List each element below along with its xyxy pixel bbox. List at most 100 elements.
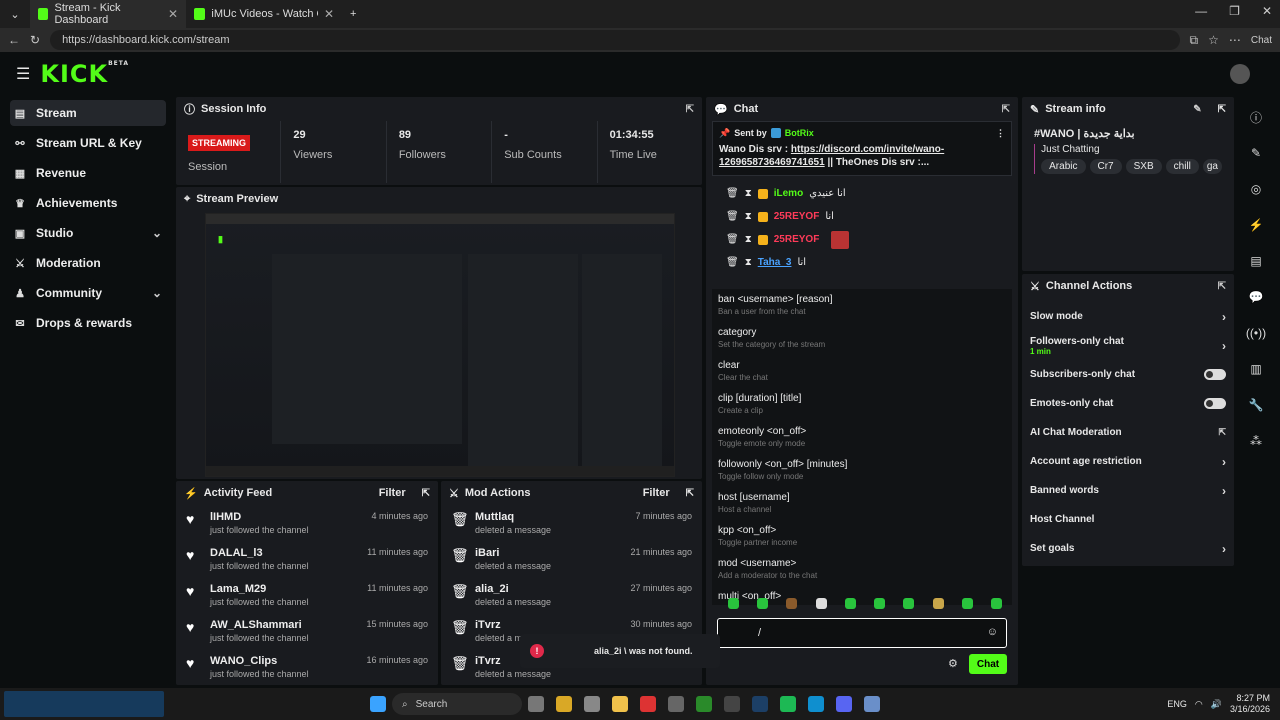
sidebar-item-stream-url-key[interactable]: ⚯ Stream URL & Key [10, 130, 166, 156]
xbox-icon[interactable] [696, 696, 712, 712]
info-icon[interactable]: ⓘ [1243, 104, 1269, 130]
new-tab-button[interactable]: + [342, 0, 364, 28]
user-avatar[interactable] [1230, 64, 1250, 84]
steam-icon[interactable] [752, 696, 768, 712]
trash-icon[interactable]: 🗑 [726, 188, 739, 199]
command-item-category[interactable]: category Set the category of the stream [712, 322, 1012, 355]
favorites-icon[interactable]: ☆ [1208, 33, 1219, 47]
emote-icon[interactable] [815, 598, 827, 609]
emote-icon[interactable] [786, 598, 798, 609]
command-item-clear[interactable]: clear Clear the chat [712, 355, 1012, 388]
set-goals-row[interactable]: Set goals › [1022, 534, 1234, 563]
emoji-picker-icon[interactable]: ☺ [987, 626, 998, 638]
trash-icon[interactable]: 🗑 [726, 234, 739, 245]
epic-games-icon[interactable] [724, 696, 740, 712]
command-item-ban[interactable]: ban <username> [reason] Ban a user from t… [712, 289, 1012, 322]
slow-mode-row[interactable]: Slow mode › [1022, 302, 1234, 331]
sidebar-item-moderation[interactable]: ⚔ Moderation [10, 250, 166, 276]
banned-words-row[interactable]: Banned words › [1022, 476, 1234, 505]
sidebar-item-stream[interactable]: ▤ Stream [10, 100, 166, 126]
browser-tab-stream[interactable]: Stream - Kick Dashboard ✕ [30, 0, 186, 28]
extensions-icon[interactable]: ⧉ [1190, 33, 1199, 48]
taskbar-search[interactable]: ⌕ Search [392, 693, 522, 715]
popout-icon[interactable]: ⇱ [1218, 104, 1226, 115]
app-icon[interactable] [556, 696, 572, 712]
bolt-icon[interactable]: ⚡ [1243, 212, 1269, 238]
close-tab-icon[interactable]: ✕ [168, 7, 178, 21]
windows-start-icon[interactable] [370, 696, 386, 712]
language-indicator[interactable]: ENG [1167, 699, 1187, 709]
send-chat-button[interactable]: Chat [969, 654, 1007, 674]
task-view-icon[interactable] [528, 696, 544, 712]
discord-icon[interactable] [836, 696, 852, 712]
trash-icon[interactable]: 🗑 [726, 211, 739, 222]
menu-icon[interactable]: ☰ [16, 64, 30, 84]
sidebar-item-achievements[interactable]: ♛ Achievements [10, 190, 166, 216]
command-item-followonly[interactable]: followonly <on_off> [minutes] Toggle foll… [712, 454, 1012, 487]
emote-icon[interactable] [844, 598, 856, 609]
subscribers-only-toggle[interactable] [1204, 369, 1226, 380]
emote-icon[interactable] [932, 598, 944, 609]
command-item-emoteonly[interactable]: emoteonly <on_off> Toggle emote only mode [712, 421, 1012, 454]
chat-input[interactable]: / ☺ [717, 618, 1007, 648]
tab-list-button[interactable]: ⌄ [0, 0, 30, 28]
kick-logo[interactable]: KICKBETA [40, 60, 129, 88]
file-explorer-icon[interactable] [612, 696, 628, 712]
followers-only-row[interactable]: Followers-only chat 1 min › [1022, 331, 1234, 360]
activity-filter-button[interactable]: Filter [379, 487, 406, 499]
trash-icon[interactable]: 🗑 [726, 257, 739, 268]
sidebar-item-studio[interactable]: ▣ Studio ⌄ [10, 220, 166, 246]
command-item-clip[interactable]: clip [duration] [title] Create a clip [712, 388, 1012, 421]
stream-preview-video[interactable]: ▮ [205, 213, 675, 477]
mod-filter-button[interactable]: Filter [643, 487, 670, 499]
emote-icon[interactable] [757, 598, 769, 609]
ai-chat-moderation-row[interactable]: AI Chat Moderation ⇱ [1022, 418, 1234, 447]
layout-icon[interactable]: ▥ [1243, 356, 1269, 382]
account-age-row[interactable]: Account age restriction › [1022, 447, 1234, 476]
browser-tab-videos[interactable]: iMUc Videos - Watch On-Demand ✕ [186, 0, 342, 28]
edge-icon[interactable] [808, 696, 824, 712]
app-icon[interactable] [668, 696, 684, 712]
wifi-icon[interactable]: ◠ [1195, 699, 1203, 710]
sidebar-item-community[interactable]: ♟ Community ⌄ [10, 280, 166, 306]
chrome-icon[interactable] [584, 696, 600, 712]
app-icon[interactable] [640, 696, 656, 712]
close-tab-icon[interactable]: ✕ [324, 7, 334, 21]
broadcast-icon[interactable]: ((•)) [1243, 320, 1269, 346]
chat-settings-icon[interactable]: ⚙ [948, 657, 958, 670]
emotes-only-toggle[interactable] [1204, 398, 1226, 409]
emote-icon[interactable] [903, 598, 915, 609]
sidebar-item-drops-rewards[interactable]: ✉ Drops & rewards [10, 310, 166, 336]
settings-more-icon[interactable]: ⋯ [1229, 33, 1241, 47]
emote-icon[interactable] [874, 598, 886, 609]
pencil-icon[interactable]: ✎ [1243, 140, 1269, 166]
timeout-icon[interactable]: ⧗ [745, 234, 752, 245]
url-field[interactable]: https://dashboard.kick.com/stream [50, 30, 1180, 50]
weather-widget[interactable] [4, 691, 164, 717]
spotify-icon[interactable] [780, 696, 796, 712]
command-item-host[interactable]: host [username] Host a channel [712, 487, 1012, 520]
popout-icon[interactable]: ⇱ [686, 104, 694, 115]
minimize-icon[interactable]: — [1195, 4, 1207, 18]
share-icon[interactable]: ⁂ [1243, 428, 1269, 454]
maximize-icon[interactable]: ❐ [1229, 4, 1240, 18]
clock[interactable]: 8:27 PM 3/16/2026 [1230, 693, 1270, 715]
chat-icon[interactable]: 💬 [1243, 284, 1269, 310]
camera-icon[interactable]: ◎ [1243, 176, 1269, 202]
host-channel-row[interactable]: Host Channel [1022, 505, 1234, 534]
note-icon[interactable]: ▤ [1243, 248, 1269, 274]
popout-icon[interactable]: ⇱ [1218, 281, 1226, 292]
edit-stream-info-icon[interactable]: ✎ [1193, 104, 1201, 115]
emote-icon[interactable] [728, 598, 739, 609]
command-item-kpp[interactable]: kpp <on_off> Toggle partner income [712, 520, 1012, 553]
popout-icon[interactable]: ⇱ [422, 488, 430, 499]
timeout-icon[interactable]: ⧗ [745, 257, 752, 268]
back-icon[interactable]: ← [8, 33, 20, 47]
wrench-icon[interactable]: 🔧 [1243, 392, 1269, 418]
command-item-mod[interactable]: mod <username> Add a moderator to the cha… [712, 553, 1012, 586]
popout-icon[interactable]: ⇱ [1002, 104, 1010, 115]
sidebar-item-revenue[interactable]: ▦ Revenue [10, 160, 166, 186]
popout-icon[interactable]: ⇱ [686, 488, 694, 499]
app-icon[interactable] [864, 696, 880, 712]
emote-icon[interactable] [961, 598, 973, 609]
